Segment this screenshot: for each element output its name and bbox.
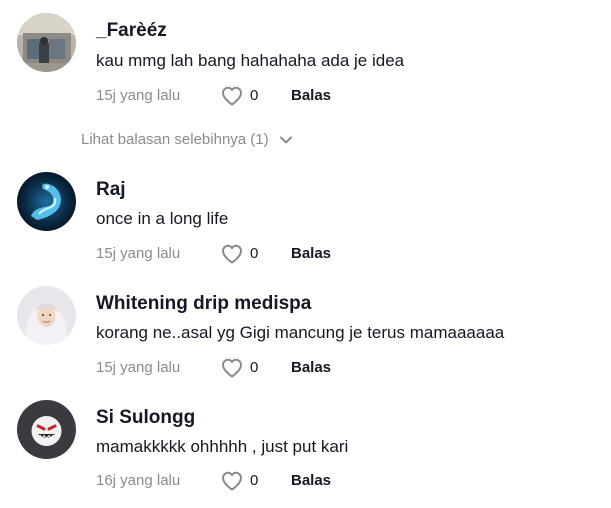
comment-timestamp: 15j yang lalu — [96, 245, 181, 262]
comment-text: kau mmg lah bang hahahaha ada je idea — [96, 51, 405, 70]
comment-text: mamakkkkk ohhhhh , just put kari — [96, 437, 349, 456]
comment-text: once in a long life — [96, 209, 229, 228]
heart-outline-icon — [222, 358, 242, 378]
like-button[interactable] — [220, 469, 244, 493]
comment-timestamp: 15j yang lalu — [96, 359, 181, 376]
reply-button[interactable]: Balas — [291, 472, 331, 489]
avatar[interactable] — [17, 400, 76, 459]
comment-timestamp: 15j yang lalu — [96, 87, 181, 104]
like-button[interactable] — [220, 242, 244, 266]
heart-outline-icon — [222, 86, 242, 106]
comment-meta: 15j yang lalu 0 Balas — [96, 242, 396, 266]
avatar[interactable] — [17, 172, 76, 231]
avatar-grinning-face — [17, 400, 76, 459]
reply-button[interactable]: Balas — [291, 359, 331, 376]
avatar-photo-storefront — [17, 13, 76, 72]
comment-meta: 16j yang lalu 0 Balas — [96, 469, 396, 493]
comment-timestamp: 16j yang lalu — [96, 472, 181, 489]
comment-username[interactable]: Whitening drip medispa — [96, 293, 311, 315]
avatar[interactable] — [17, 286, 76, 345]
avatar-dragon-art — [17, 172, 76, 231]
heart-outline-icon — [222, 244, 242, 264]
heart-outline-icon — [222, 471, 242, 491]
like-count: 0 — [250, 359, 259, 376]
comment-username[interactable]: Raj — [96, 179, 126, 201]
comment-meta: 15j yang lalu 0 Balas — [96, 356, 396, 380]
comment-text: korang ne..asal yg Gigi mancung je terus… — [96, 323, 505, 342]
comment-username[interactable]: _Farèéz — [96, 20, 167, 42]
like-button[interactable] — [220, 356, 244, 380]
like-button[interactable] — [220, 84, 244, 108]
reply-button[interactable]: Balas — [291, 245, 331, 262]
view-more-replies[interactable]: Lihat balasan selebihnya (1) — [81, 131, 293, 151]
avatar[interactable] — [17, 13, 76, 72]
like-count: 0 — [250, 472, 259, 489]
view-more-replies-label: Lihat balasan selebihnya (1) — [81, 131, 269, 148]
like-count: 0 — [250, 87, 259, 104]
avatar-woman-hijab — [17, 286, 76, 345]
comment-username[interactable]: Si Sulongg — [96, 407, 195, 429]
comment-meta: 15j yang lalu 0 Balas — [96, 84, 396, 108]
like-count: 0 — [250, 245, 259, 262]
reply-button[interactable]: Balas — [291, 87, 331, 104]
chevron-down-icon — [279, 136, 292, 144]
